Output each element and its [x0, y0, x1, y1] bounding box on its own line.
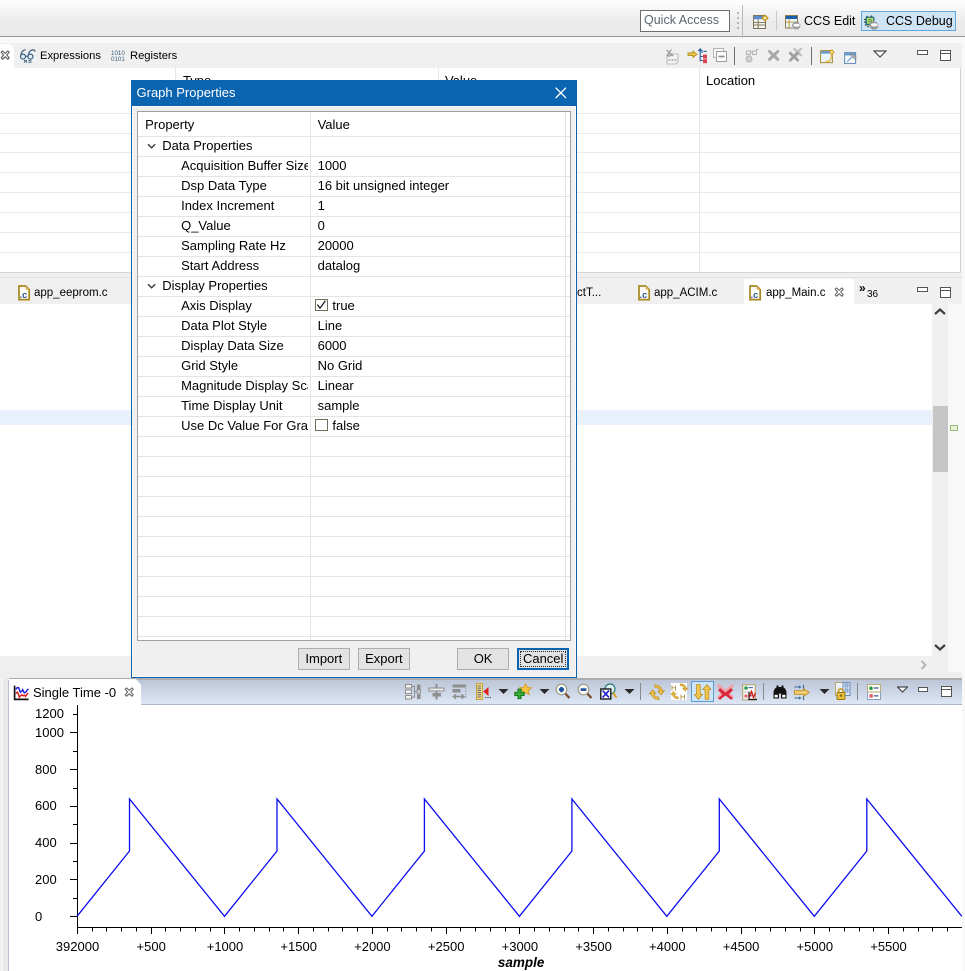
svg-text:H: H	[671, 684, 676, 693]
svg-text:.c: .c	[20, 290, 28, 300]
svg-text:0101: 0101	[111, 56, 125, 62]
svg-text:.c: .c	[640, 290, 648, 300]
svg-text:.c: .c	[751, 290, 759, 300]
svg-text:H: H	[680, 693, 685, 701]
